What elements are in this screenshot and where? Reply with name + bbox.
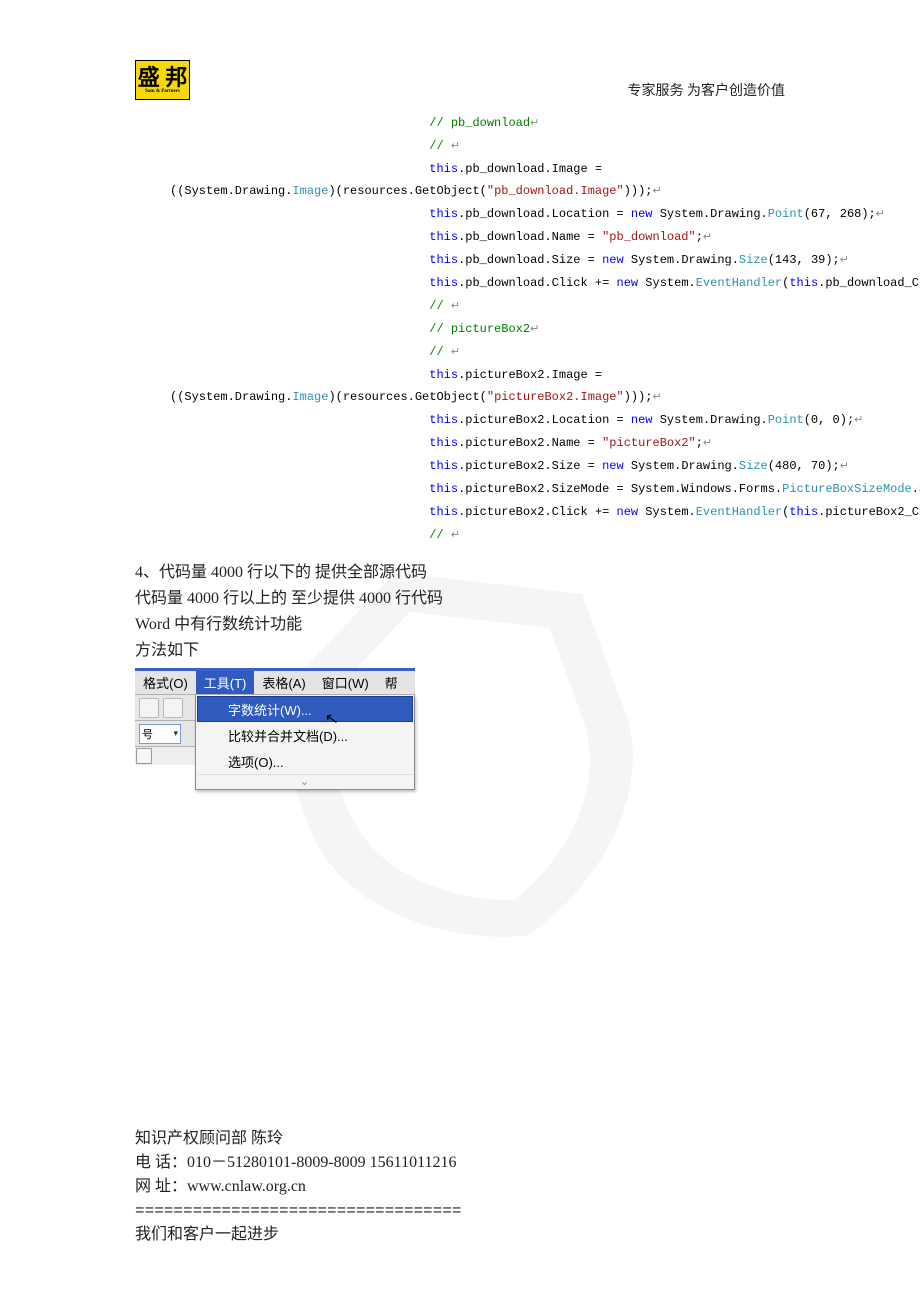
code-line: this.pb_download.Image = <box>170 158 840 180</box>
menubar: 格式(O) 工具(T) 表格(A) 窗口(W) 帮 <box>135 671 415 695</box>
toolbar-row-2: 号 ▾ <box>135 721 195 747</box>
menu-table[interactable]: 表格(A) <box>254 671 313 694</box>
code-snippet: // pb_download↵ // ↵ this.pb_download.Im… <box>170 112 840 547</box>
toolbar-icon[interactable] <box>139 698 159 718</box>
code-line: this.pictureBox2.Click += new System.Eve… <box>170 501 840 524</box>
ruler-row <box>135 747 195 765</box>
menu-tools[interactable]: 工具(T) <box>196 671 255 694</box>
code-line: ((System.Drawing.Image)(resources.GetObj… <box>170 386 840 409</box>
body-line-4: 方法如下 <box>135 638 443 664</box>
toolbar-row-1 <box>135 695 195 721</box>
code-line: this.pb_download.Location = new System.D… <box>170 203 840 226</box>
code-line: // ↵ <box>170 295 840 318</box>
code-line: // ↵ <box>170 341 840 364</box>
menu-help-partial[interactable]: 帮 <box>377 671 406 694</box>
footer-contact: 知识产权顾问部 陈玲 电 话：010－51280101-8009-8009 15… <box>135 1127 461 1247</box>
code-line: this.pictureBox2.SizeMode = System.Windo… <box>170 478 840 501</box>
body-line-3: Word 中有行数统计功能 <box>135 612 443 638</box>
dropdown-item-word-count[interactable]: 字数统计(W)... ↖ <box>197 696 413 722</box>
dropdown-item-label: 选项(O)... <box>228 752 284 771</box>
code-line: // ↵ <box>170 524 840 547</box>
code-line: this.pb_download.Size = new System.Drawi… <box>170 249 840 272</box>
font-size-value: 号 <box>142 726 153 742</box>
dropdown-item-label: 字数统计(W)... <box>228 700 312 719</box>
header-slogan: 专家服务 为客户创造价值 <box>628 80 786 100</box>
logo-text-cn: 盛 邦 <box>138 67 188 89</box>
dropdown-item-compare-merge[interactable]: 比较并合并文档(D)... <box>197 722 413 748</box>
menu-format[interactable]: 格式(O) <box>135 671 196 694</box>
code-line: ((System.Drawing.Image)(resources.GetObj… <box>170 180 840 203</box>
tools-dropdown: 字数统计(W)... ↖ 比较并合并文档(D)... 选项(O)... ⌄ <box>195 695 415 790</box>
logo: 盛 邦 Sam & Partners <box>135 60 190 100</box>
code-line: this.pictureBox2.Size = new System.Drawi… <box>170 455 840 478</box>
code-line: this.pb_download.Name = "pb_download";↵ <box>170 226 840 249</box>
dropdown-expand-grip[interactable]: ⌄ <box>197 774 413 788</box>
code-line: this.pictureBox2.Name = "pictureBox2";↵ <box>170 432 840 455</box>
font-size-select[interactable]: 号 ▾ <box>139 724 181 744</box>
footer-line-dept: 知识产权顾问部 陈玲 <box>135 1127 461 1151</box>
code-line: // pb_download↵ <box>170 112 840 135</box>
code-line: this.pb_download.Click += new System.Eve… <box>170 272 840 295</box>
body-line-2: 代码量 4000 行以上的 至少提供 4000 行代码 <box>135 586 443 612</box>
footer-line-web: 网 址：www.cnlaw.org.cn <box>135 1175 461 1199</box>
ruler-corner-button[interactable] <box>136 748 152 764</box>
code-line: // pictureBox2↵ <box>170 318 840 341</box>
footer-line-slogan: 我们和客户一起进步 <box>135 1223 461 1247</box>
dropdown-item-options[interactable]: 选项(O)... <box>197 748 413 774</box>
code-line: // ↵ <box>170 135 840 158</box>
chevron-down-icon: ▾ <box>173 728 178 739</box>
dropdown-item-label: 比较并合并文档(D)... <box>228 726 348 745</box>
logo-text-en: Sam & Partners <box>145 89 180 94</box>
body-text: 4、代码量 4000 行以下的 提供全部源代码 代码量 4000 行以上的 至少… <box>135 560 443 664</box>
footer-line-phone: 电 话：010－51280101-8009-8009 15611011216 <box>135 1151 461 1175</box>
code-line: this.pictureBox2.Image = <box>170 364 840 386</box>
word-menu-screenshot: 格式(O) 工具(T) 表格(A) 窗口(W) 帮 号 ▾ <box>135 668 415 790</box>
scissors-icon[interactable] <box>163 698 183 718</box>
footer-divider: ================================== <box>135 1199 461 1223</box>
body-line-1: 4、代码量 4000 行以下的 提供全部源代码 <box>135 560 443 586</box>
menu-window[interactable]: 窗口(W) <box>314 671 377 694</box>
code-line: this.pictureBox2.Location = new System.D… <box>170 409 840 432</box>
